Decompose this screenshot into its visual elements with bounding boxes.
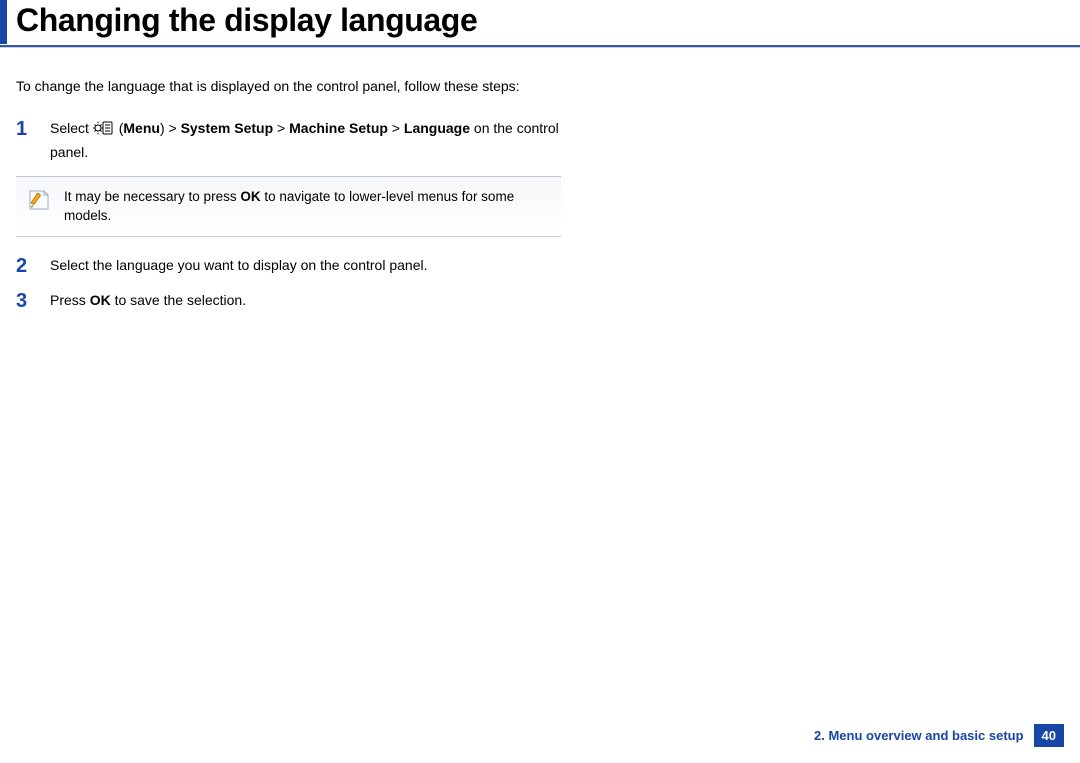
content-column: To change the language that is displayed… [0, 48, 561, 311]
menu-icon [93, 120, 113, 141]
step-1-pre: Select [50, 120, 93, 136]
note-pre: It may be necessary to press [64, 189, 240, 204]
footer-chapter: 2. Menu overview and basic setup [814, 728, 1024, 743]
step-3-number: 3 [16, 290, 50, 311]
step-1-menu-label: Menu [123, 120, 160, 136]
step-3-b1: OK [90, 292, 111, 308]
intro-text: To change the language that is displayed… [16, 76, 561, 96]
step-3: 3 Press OK to save the selection. [16, 290, 561, 311]
note-box: It may be necessary to press OK to navig… [16, 176, 561, 237]
step-1-b3: Language [404, 120, 470, 136]
title-bar: Changing the display language [0, 0, 1080, 39]
title-underline [0, 45, 1080, 47]
step-1-b2: Machine Setup [289, 120, 388, 136]
note-text: It may be necessary to press OK to navig… [64, 187, 549, 226]
step-2-number: 2 [16, 255, 50, 276]
step-1-number: 1 [16, 118, 50, 139]
step-3-text: Press OK to save the selection. [50, 290, 561, 310]
page-footer: 2. Menu overview and basic setup 40 [814, 724, 1064, 747]
step-1: 1 Select [16, 118, 561, 162]
page-title: Changing the display language [16, 2, 1080, 39]
step-1-menu-close: ) > [160, 120, 181, 136]
title-accent [0, 0, 7, 44]
step-2-text: Select the language you want to display … [50, 255, 561, 275]
step-1-b1: System Setup [181, 120, 274, 136]
step-2: 2 Select the language you want to displa… [16, 255, 561, 276]
note-b1: OK [240, 189, 260, 204]
step-1-sep1: > [273, 120, 289, 136]
step-1-text: Select [50, 118, 561, 162]
step-3-pre: Press [50, 292, 90, 308]
note-pencil-icon [26, 187, 54, 219]
step-1-sep2: > [388, 120, 404, 136]
step-3-post: to save the selection. [111, 292, 246, 308]
footer-page-number: 40 [1034, 724, 1064, 747]
